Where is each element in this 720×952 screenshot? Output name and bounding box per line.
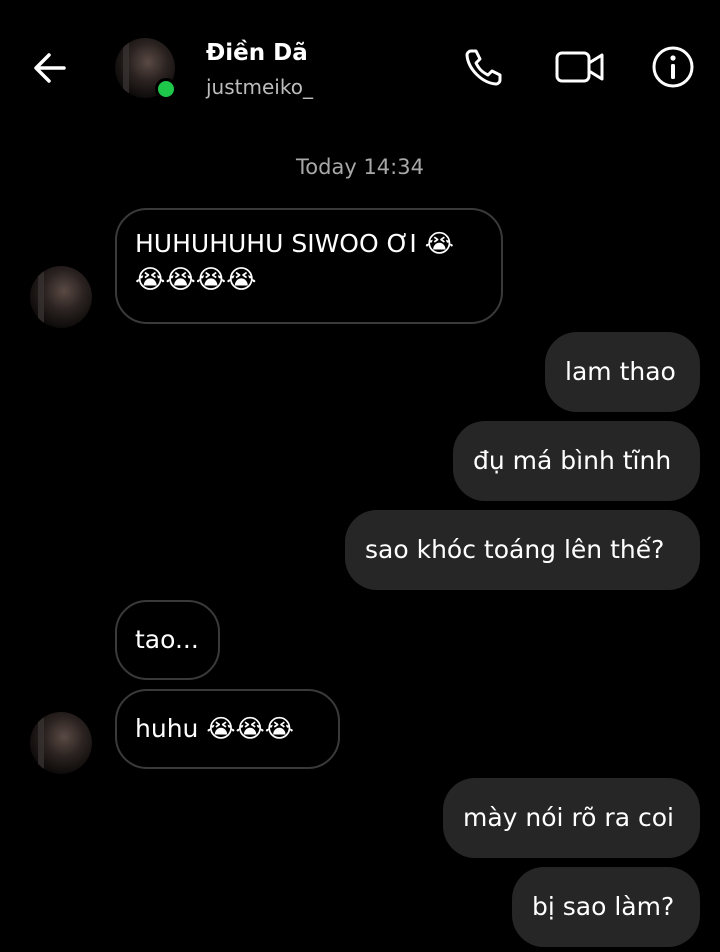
incoming-message-bubble[interactable]: huhu 😭😭😭	[115, 689, 340, 769]
message-text: đụ má bình tĩnh	[473, 446, 672, 475]
phone-icon[interactable]	[462, 45, 506, 89]
message-text: bị sao làm?	[532, 892, 675, 921]
incoming-message-bubble[interactable]: tao...	[115, 600, 220, 680]
info-icon[interactable]	[651, 45, 695, 89]
sender-avatar[interactable]	[30, 712, 92, 774]
outgoing-message-bubble[interactable]: đụ má bình tĩnh	[453, 421, 700, 501]
message-text: sao khóc toáng lên thế?	[365, 535, 665, 564]
conversation-timestamp: Today 14:34	[296, 155, 424, 179]
message-emoji-line: 😭😭😭😭	[135, 265, 257, 295]
message-text: tao...	[135, 625, 199, 654]
chat-header: Điền Dã justmeiko_	[0, 0, 720, 130]
contact-name[interactable]: Điền Dã	[206, 40, 308, 66]
contact-avatar[interactable]	[115, 38, 177, 100]
online-status-indicator	[155, 78, 177, 100]
incoming-message-bubble[interactable]: HUHUHUHU SIWOO ƠI 😭 😭😭😭😭	[115, 208, 503, 324]
outgoing-message-bubble[interactable]: bị sao làm?	[512, 867, 700, 947]
message-text: huhu 😭😭😭	[135, 714, 294, 743]
message-text: HUHUHUHU SIWOO ƠI 😭	[135, 229, 454, 258]
contact-handle[interactable]: justmeiko_	[206, 75, 313, 99]
message-text: mày nói rõ ra coi	[463, 803, 674, 832]
video-camera-icon[interactable]	[555, 45, 604, 89]
outgoing-message-bubble[interactable]: sao khóc toáng lên thế?	[345, 510, 700, 590]
outgoing-message-bubble[interactable]: mày nói rõ ra coi	[443, 778, 700, 858]
back-arrow-icon[interactable]	[30, 48, 70, 88]
outgoing-message-bubble[interactable]: lam thao	[545, 332, 700, 412]
sender-avatar[interactable]	[30, 266, 92, 328]
message-text: lam thao	[565, 357, 676, 386]
